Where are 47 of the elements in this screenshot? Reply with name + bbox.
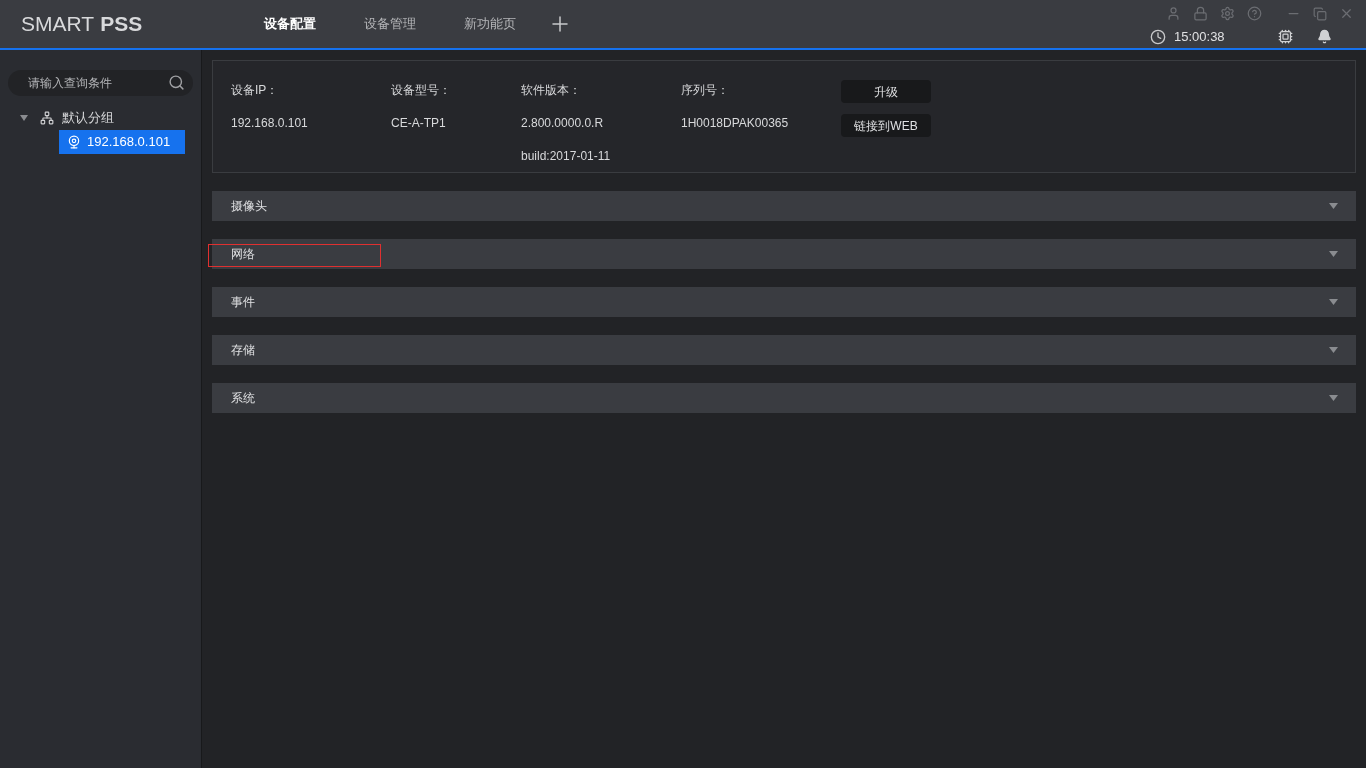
field-value: 2.800.0000.0.R [521,115,605,132]
group-icon [40,111,54,125]
expand-caret-icon[interactable] [1329,251,1338,257]
field-value: CE-A-TP1 [391,115,447,132]
logo-text: SMART [21,11,95,38]
section-header[interactable]: 存储 [212,335,1356,365]
section-header[interactable]: 摄像头 [212,191,1356,221]
tab[interactable]: 新功能页 [440,0,540,48]
section-title: 摄像头 [231,198,267,215]
expand-caret-icon[interactable] [1329,395,1338,401]
search-field[interactable]: 请输入查询条件 [8,70,193,96]
section-title: 网络 [231,246,255,263]
field-label: 设备型号： [391,82,452,99]
camera-icon [67,135,81,149]
settings-icon[interactable] [1220,6,1235,21]
clock-icon [1150,28,1166,45]
field-value: 192.168.0.101 [231,115,309,132]
tree-item[interactable]: 默认分组 [62,108,114,128]
expand-caret-icon[interactable] [1329,203,1338,209]
logo-text: PSS [100,11,143,38]
tree-item[interactable]: 192.168.0.101 [59,130,185,154]
expand-caret-icon[interactable] [20,115,28,121]
chip-icon[interactable] [1278,29,1293,45]
bell-icon[interactable] [1317,29,1332,45]
section-header[interactable]: 事件 [212,287,1356,317]
action-button[interactable]: 链接到WEB [841,114,931,137]
close-icon[interactable] [1339,6,1354,21]
restore-icon[interactable] [1313,6,1327,21]
search-icon[interactable] [168,74,185,91]
user-icon[interactable] [1166,6,1181,21]
clock-time: 15:00:38 [1174,28,1225,46]
tab[interactable]: 设备管理 [340,0,440,48]
section-title: 存储 [231,342,255,359]
lock-icon[interactable] [1193,6,1208,21]
field-value: 1H0018DPAK00365 [681,115,790,132]
section-title: 系统 [231,390,255,407]
help-icon[interactable] [1247,6,1262,21]
tab[interactable]: 设备配置 [240,0,340,48]
field-label: 序列号： [681,82,730,99]
expand-caret-icon[interactable] [1329,347,1338,353]
field-value: build:2017-01-11 [521,148,612,165]
action-button[interactable]: 升级 [841,80,931,103]
field-label: 设备IP： [231,82,280,99]
field-label: 软件版本： [521,82,582,99]
section-title: 事件 [231,294,255,311]
expand-caret-icon[interactable] [1329,299,1338,305]
section-header[interactable]: 系统 [212,383,1356,413]
